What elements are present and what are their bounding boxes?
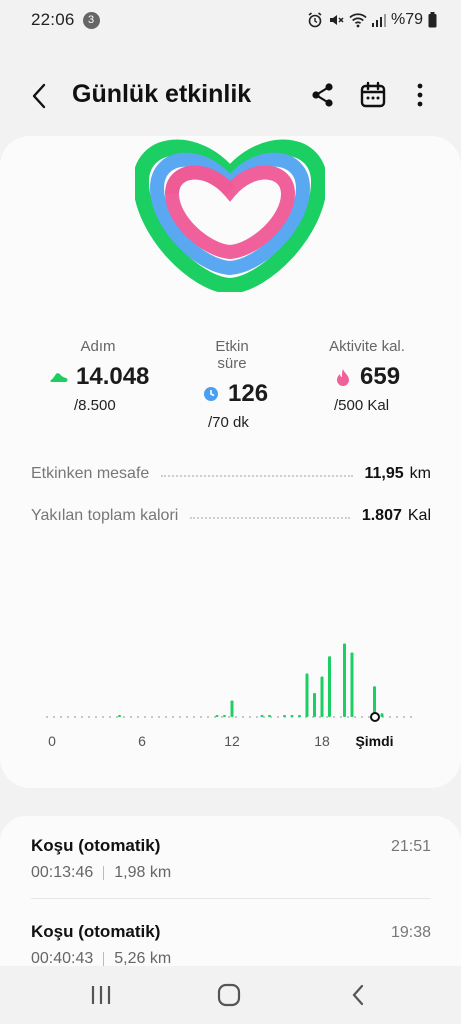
- daily-summary-card: Adım 14.048 /8.500 Etkin süre 126 /70 dk…: [0, 136, 461, 788]
- stats-row: Adım 14.048 /8.500 Etkin süre 126 /70 dk…: [0, 338, 461, 431]
- chart-bar: [343, 643, 346, 717]
- meta-separator: [103, 952, 105, 966]
- activity-time: 21:51: [390, 838, 431, 855]
- hourly-activity-chart[interactable]: 0 6 12 18 Şimdi: [0, 626, 461, 766]
- total-calories-value: 1.807: [361, 507, 402, 524]
- battery-icon: [428, 12, 437, 28]
- chart-bar: [350, 652, 354, 717]
- distance-value: 11,95: [364, 465, 404, 482]
- active-time-label: Etkin süre: [215, 338, 249, 372]
- active-time-goal: /70 dk: [208, 414, 249, 431]
- steps-stat[interactable]: Adım 14.048 /8.500: [48, 338, 188, 414]
- wifi-icon: [349, 12, 367, 28]
- steps-goal: /8.500: [74, 397, 116, 414]
- system-nav-bar: [0, 966, 461, 1024]
- activity-name: Koşu (otomatik): [31, 836, 161, 855]
- distance-unit: km: [409, 465, 431, 482]
- clock-icon: [200, 383, 222, 405]
- alarm-icon: [307, 12, 323, 28]
- chart-bar: [215, 715, 219, 717]
- more-icon[interactable]: [410, 80, 430, 110]
- total-calories-unit: Kal: [407, 507, 431, 524]
- battery-level: %79: [390, 11, 423, 28]
- distance-label: Etkinken mesafe: [31, 465, 150, 482]
- status-icons: %79: [307, 11, 437, 29]
- activity-heart-rings[interactable]: [133, 136, 327, 295]
- page-title: Günlük etkinlik: [72, 80, 252, 108]
- activity-calories-label: Aktivite kal.: [329, 338, 405, 355]
- status-bar: 22:06 3 %79: [0, 0, 461, 40]
- chart-bar: [223, 715, 226, 717]
- activity-item[interactable]: Koşu (otomatik) 19:38 00:40:43 5,26 km: [31, 922, 431, 966]
- distance-dots: [161, 475, 353, 477]
- steps-label: Adım: [80, 338, 116, 355]
- chart-tick-label: 0: [48, 733, 56, 749]
- active-time-value: 126: [228, 380, 269, 407]
- chart-bar: [290, 715, 294, 717]
- chart-bar: [283, 715, 286, 717]
- chart-tick-label: Şimdi: [355, 733, 393, 749]
- activity-calories-stat[interactable]: Aktivite kal. 659 /500 Kal: [326, 338, 461, 414]
- activity-name: Koşu (otomatik): [31, 922, 161, 941]
- activity-duration: 00:13:46: [31, 864, 94, 881]
- chart-bar: [305, 673, 309, 717]
- meta-separator: [103, 866, 105, 880]
- total-calories-dots: [190, 517, 350, 519]
- activity-list-card: Koşu (otomatik) 21:51 00:13:46 1,98 km K…: [0, 816, 461, 966]
- signal-icon: [371, 12, 386, 28]
- chart-tick-label: 18: [314, 733, 330, 749]
- chart-bar: [260, 715, 264, 717]
- shoe-icon: [48, 366, 70, 388]
- chart-tick-label: 6: [138, 733, 146, 749]
- chart-bar: [298, 715, 301, 717]
- home-icon[interactable]: [216, 983, 242, 1007]
- chart-bar: [320, 676, 324, 717]
- chart-bar: [380, 713, 384, 717]
- total-calories-row: Yakılan toplam kalori 1.807 Kal: [31, 504, 431, 528]
- mute-icon: [328, 12, 344, 28]
- total-calories-label: Yakılan toplam kalori: [31, 507, 179, 524]
- back-nav-icon[interactable]: [346, 983, 372, 1007]
- hourly-activity-chart-svg: 0 6 12 18 Şimdi: [46, 643, 416, 749]
- now-marker: [370, 712, 380, 722]
- active-time-stat[interactable]: Etkin süre 126 /70 dk: [200, 338, 340, 431]
- chart-bar: [268, 715, 271, 717]
- app-header: Günlük etkinlik: [0, 70, 461, 122]
- activity-time: 19:38: [390, 924, 431, 941]
- share-icon[interactable]: [308, 80, 338, 110]
- activity-duration: 00:40:43: [31, 950, 94, 966]
- activity-calories-goal: /500 Kal: [334, 397, 390, 414]
- chart-bar: [313, 693, 316, 717]
- distance-row: Etkinken mesafe 11,95 km: [31, 462, 431, 486]
- calendar-icon[interactable]: [358, 80, 388, 110]
- activity-calories-value: 659: [360, 363, 401, 390]
- chart-tick-label: 12: [224, 733, 240, 749]
- chart-bar: [230, 700, 234, 717]
- status-time: 22:06: [31, 10, 75, 29]
- recent-apps-icon[interactable]: [88, 983, 114, 1007]
- steps-value: 14.048: [76, 363, 150, 390]
- chart-bar: [328, 656, 331, 717]
- notification-count-badge: 3: [82, 11, 100, 29]
- flame-icon: [332, 366, 354, 388]
- back-arrow-icon[interactable]: [26, 82, 54, 110]
- activity-distance: 5,26 km: [114, 950, 172, 966]
- activity-distance: 1,98 km: [114, 864, 172, 881]
- chart-bar: [118, 715, 121, 717]
- list-divider: [31, 898, 431, 899]
- activity-item[interactable]: Koşu (otomatik) 21:51 00:13:46 1,98 km: [31, 836, 431, 896]
